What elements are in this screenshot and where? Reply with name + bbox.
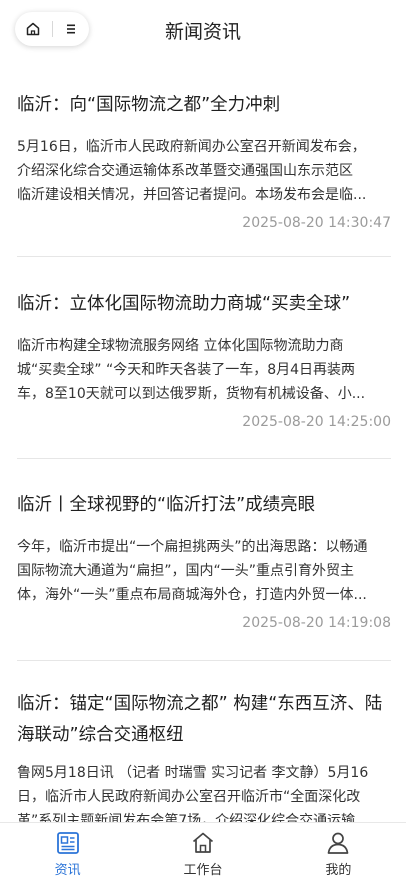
bottom-tab-bar: 资讯 工作台 我的 <box>0 822 406 883</box>
user-icon <box>327 832 349 854</box>
summary-line: 临沂市构建全球物流服务网络 立体化国际物流助力商 <box>17 338 344 354</box>
summary-line: 今年，临沂市提出“一个扁担挑两头”的出海思路：以畅通 <box>17 539 368 555</box>
news-item[interactable]: 临沂：锚定“国际物流之都” 构建“东西互济、陆 海联动”综合交通枢纽 鲁网5月1… <box>17 689 391 822</box>
tab-label: 我的 <box>325 863 352 878</box>
news-title-continued: 海联动”综合交通枢纽 <box>17 725 184 745</box>
tab-news[interactable]: 资讯 <box>0 823 135 883</box>
news-summary: 鲁网5月18日讯 （记者 时瑞雪 实习记者 李文静）5月16 日，临沂市人民政府… <box>17 761 391 822</box>
news-item[interactable]: 临沂丨全球视野的“临沂打法”成绩亮眼 今年，临沂市提出“一个扁担挑两头”的出海思… <box>17 490 391 631</box>
news-title: 临沂：向“国际物流之都”全力冲刺 <box>17 95 281 115</box>
summary-line: 车，8至10天就可以到达俄罗斯，货物有机械设备、小... <box>17 386 366 402</box>
summary-line: 体，海外“一头”重点布局商城海外仓，打造内外贸一体... <box>17 587 367 603</box>
news-timestamp: 2025-08-20 14:19:08 <box>242 615 391 631</box>
summary-line: 临沂建设相关情况，并回答记者提问。本场发布会是临... <box>17 187 367 203</box>
news-title: 临沂：锚定“国际物流之都” 构建“东西互济、陆 <box>17 694 383 714</box>
news-timestamp: 2025-08-20 14:25:00 <box>242 414 391 430</box>
page-title: 新闻资讯 <box>164 21 241 43</box>
news-timestamp: 2025-08-20 14:30:47 <box>242 215 391 231</box>
news-summary: 今年，临沂市提出“一个扁担挑两头”的出海思路：以畅通 国际物流大通道为“扁担”，… <box>17 535 391 607</box>
tab-workbench[interactable]: 工作台 <box>135 823 270 883</box>
summary-line: 介绍深化综合交通运输体系改革暨交通强国山东示范区 <box>17 163 353 179</box>
summary-line: 日，临沂市人民政府新闻办公室召开临沂市“全面深化改 <box>17 789 361 805</box>
workbench-home-icon <box>192 832 214 853</box>
divider <box>17 256 391 257</box>
news-summary: 5月16日，临沂市人民政府新闻办公室召开新闻发布会， 介绍深化综合交通运输体系改… <box>17 135 391 207</box>
summary-line: 国际物流大通道为“扁担”，国内“一头”重点引育外贸主 <box>17 563 355 579</box>
summary-line: 城“买卖全球” “今天和昨天各装了一车，8月4日再装两 <box>17 362 356 378</box>
summary-line: 鲁网5月18日讯 （记者 时瑞雪 实习记者 李文静）5月16 <box>17 765 369 781</box>
news-item[interactable]: 临沂：立体化国际物流助力商城“买卖全球” 临沂市构建全球物流服务网络 立体化国际… <box>17 289 391 430</box>
summary-line: 革”系列主题新闻发布会第7场，介绍深化综合交通运输 <box>17 813 356 822</box>
news-item[interactable]: 临沂：向“国际物流之都”全力冲刺 5月16日，临沂市人民政府新闻办公室召开新闻发… <box>17 90 391 231</box>
tab-label: 资讯 <box>54 863 81 878</box>
tab-label: 工作台 <box>183 863 223 878</box>
news-summary: 临沂市构建全球物流服务网络 立体化国际物流助力商 城“买卖全球” “今天和昨天各… <box>17 334 391 406</box>
nav-header: 新闻资讯 <box>0 0 406 60</box>
news-list: 临沂：向“国际物流之都”全力冲刺 5月16日，临沂市人民政府新闻办公室召开新闻发… <box>0 60 406 822</box>
summary-line: 5月16日，临沂市人民政府新闻办公室召开新闻发布会， <box>17 139 366 155</box>
news-title: 临沂丨全球视野的“临沂打法”成绩亮眼 <box>17 495 316 515</box>
divider <box>17 458 391 459</box>
tab-mine[interactable]: 我的 <box>271 823 406 883</box>
news-title: 临沂：立体化国际物流助力商城“买卖全球” <box>17 294 351 314</box>
divider <box>17 660 391 661</box>
news-icon <box>56 832 79 854</box>
